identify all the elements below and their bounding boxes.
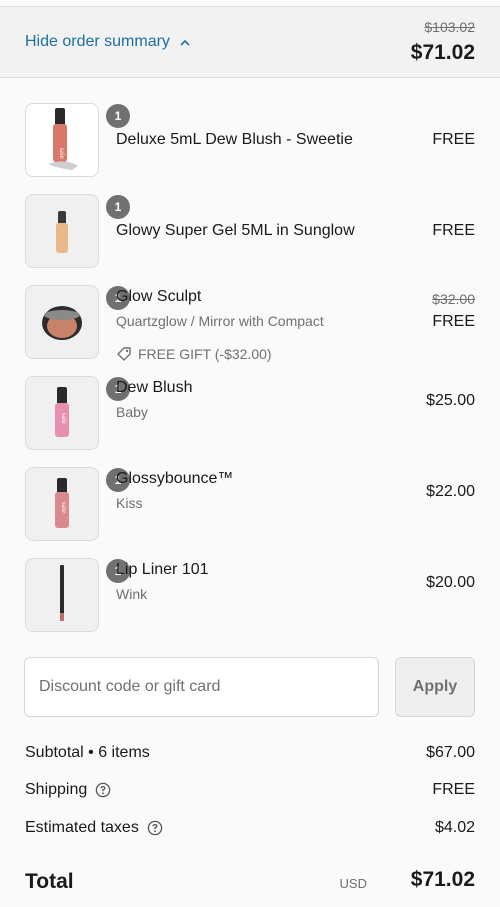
product-price: FREE <box>432 131 475 148</box>
line-item: saie 1 Glossybounce™ Kiss $22.00 <box>0 455 500 546</box>
product-variant: Kiss <box>116 495 143 511</box>
question-circle-icon[interactable] <box>147 820 163 836</box>
quantity-badge: 1 <box>106 195 130 219</box>
product-price: $20.00 <box>426 574 475 591</box>
product-price: FREE <box>432 313 475 330</box>
total-value: $71.02 <box>410 868 475 891</box>
product-name: Deluxe 5mL Dew Blush - Sweetie <box>116 131 353 148</box>
line-item: 1 Lip Liner 101 Wink $20.00 <box>0 546 500 637</box>
toggle-label: Hide order summary <box>25 33 170 50</box>
subtotal-value: $67.00 <box>426 744 475 761</box>
blush-bottle-image: saie <box>48 108 78 170</box>
apply-button[interactable]: Apply <box>395 657 475 717</box>
gel-bottle-image <box>56 211 68 253</box>
gift-discount: FREE GIFT (-$32.00) <box>116 346 272 362</box>
svg-text:saie: saie <box>60 502 68 513</box>
total-label: Total <box>25 870 74 893</box>
product-variant: Baby <box>116 404 148 420</box>
gift-label: FREE GIFT (-$32.00) <box>138 346 272 362</box>
product-thumbnail: 1 <box>25 285 130 359</box>
currency-code: USD <box>339 876 367 891</box>
order-summary-bar: Hide order summary $103.02 $71.02 <box>0 6 500 78</box>
taxes-label: Estimated taxes <box>25 819 139 836</box>
shipping-value: FREE <box>432 781 475 798</box>
tag-icon <box>117 347 131 361</box>
shipping-row: Shipping FREE <box>25 781 475 805</box>
taxes-value: $4.02 <box>434 819 475 836</box>
product-variant: Wink <box>116 586 148 602</box>
chevron-up-icon <box>180 39 190 46</box>
subtotal-label: Subtotal • 6 items <box>25 744 150 761</box>
product-variant: Quartzglow / Mirror with Compact <box>116 313 324 329</box>
taxes-label-group: Estimated taxes <box>25 819 163 837</box>
product-price: $22.00 <box>426 483 475 500</box>
product-thumbnail: saie 1 <box>25 467 130 541</box>
line-item: 1 Glowy Super Gel 5ML in Sunglow FREE <box>0 182 500 273</box>
product-price: FREE <box>432 222 475 239</box>
original-total: $103.02 <box>424 19 475 35</box>
line-items: saie 1 Deluxe 5mL Dew Blush - Sweetie FR… <box>0 91 500 637</box>
product-name: Glowy Super Gel 5ML in Sunglow <box>116 222 355 239</box>
gloss-bottle-image: saie <box>55 478 69 528</box>
discount-code-input[interactable] <box>24 657 379 717</box>
product-price: $25.00 <box>426 392 475 409</box>
line-item: saie 1 Dew Blush Baby $25.00 <box>0 364 500 455</box>
product-name: Glow Sculpt <box>116 288 202 305</box>
product-thumbnail: saie 1 <box>25 376 130 450</box>
product-name: Lip Liner 101 <box>116 561 209 578</box>
total-row: Total USD $71.02 <box>25 868 475 898</box>
svg-text:saie: saie <box>58 148 66 159</box>
product-name: Dew Blush <box>116 379 193 396</box>
quantity-badge: 1 <box>106 104 130 128</box>
taxes-row: Estimated taxes $4.02 <box>25 819 475 843</box>
line-item: 1 Glow Sculpt Quartzglow / Mirror with C… <box>0 273 500 364</box>
header-total: $71.02 <box>410 41 475 64</box>
shipping-label-group: Shipping <box>25 781 111 799</box>
line-item: saie 1 Deluxe 5mL Dew Blush - Sweetie FR… <box>0 91 500 182</box>
subtotal-row: Subtotal • 6 items $67.00 <box>25 744 475 768</box>
blush-bottle-image: saie <box>55 387 69 437</box>
shipping-label: Shipping <box>25 781 88 798</box>
product-thumbnail: 1 <box>25 194 130 268</box>
product-thumbnail: saie 1 <box>25 103 130 177</box>
svg-text:saie: saie <box>60 413 68 424</box>
lip-liner-image <box>60 565 64 621</box>
product-name: Glossybounce™ <box>116 470 234 487</box>
product-original-price: $32.00 <box>432 291 475 307</box>
question-circle-icon[interactable] <box>95 782 111 798</box>
hide-order-summary-toggle[interactable]: Hide order summary <box>25 33 190 51</box>
compact-image <box>42 306 82 340</box>
product-thumbnail: 1 <box>25 558 130 632</box>
